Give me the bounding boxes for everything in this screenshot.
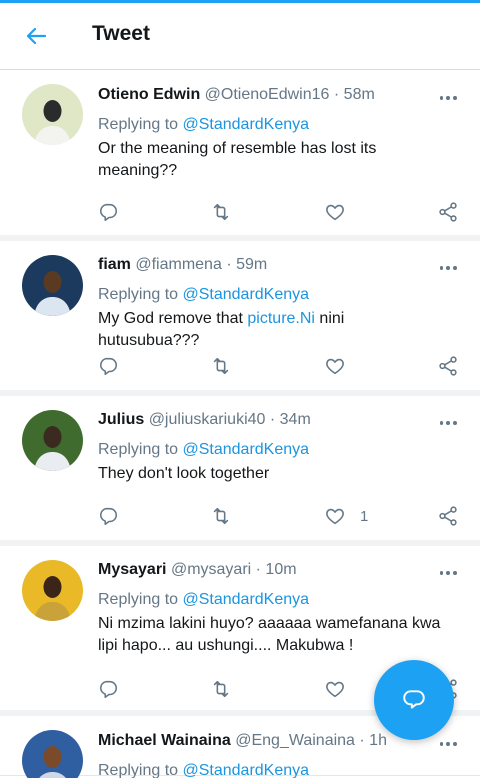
- replying-to: Replying to @StandardKenya: [98, 116, 309, 134]
- replying-to-label: Replying to: [98, 116, 183, 133]
- replying-to-label: Replying to: [98, 591, 183, 608]
- tweet-item[interactable]: fiam @fiammena · 59m Replying to @Standar…: [0, 241, 480, 396]
- compose-reply-icon: [403, 690, 425, 709]
- avatar[interactable]: [22, 730, 83, 778]
- mention-link[interactable]: @StandardKenya: [183, 441, 310, 458]
- compose-reply-button[interactable]: [374, 660, 454, 740]
- retweet-button[interactable]: [210, 354, 232, 378]
- avatar[interactable]: [22, 84, 83, 145]
- tweet-header: fiam @fiammena · 59m: [98, 256, 422, 274]
- tweet-actions: 1: [0, 504, 480, 528]
- tweet-header: Mysayari @mysayari · 10m: [98, 561, 422, 579]
- reply-button[interactable]: [97, 677, 119, 701]
- retweet-icon: [213, 203, 229, 221]
- tweet-text-segment: Ni mzima lakini huyo? aaaaaa wamefanana …: [98, 615, 441, 654]
- avatar[interactable]: [22, 410, 83, 471]
- tweet-header: Michael Wainaina @Eng_Wainaina · 1h: [98, 732, 422, 750]
- tweet-text: My God remove that picture.Ni nini hutus…: [98, 308, 450, 352]
- reply-icon: [99, 507, 118, 526]
- avatar[interactable]: [22, 560, 83, 621]
- more-options-icon[interactable]: [438, 413, 458, 433]
- replying-to: Replying to @StandardKenya: [98, 286, 309, 304]
- tweet-timestamp: · 34m: [269, 411, 311, 428]
- share-button[interactable]: [437, 354, 459, 378]
- user-name[interactable]: Otieno Edwin: [98, 86, 200, 103]
- tweet-link[interactable]: picture.Ni: [247, 310, 315, 327]
- retweet-icon: [213, 357, 229, 375]
- user-handle[interactable]: @juliuskariuki40: [149, 411, 266, 428]
- user-name[interactable]: Michael Wainaina: [98, 732, 231, 749]
- tweet-item[interactable]: Julius @juliuskariuki40 · 34m Replying to…: [0, 396, 480, 546]
- share-icon: [439, 506, 457, 526]
- heart-icon: [326, 508, 344, 525]
- user-handle[interactable]: @OtienoEdwin16: [205, 86, 330, 103]
- mention-link[interactable]: @StandardKenya: [183, 762, 310, 778]
- like-button[interactable]: [324, 354, 346, 378]
- like-button[interactable]: 1: [324, 504, 368, 528]
- tweet-text: They don't look together: [98, 463, 450, 485]
- user-handle[interactable]: @mysayari: [171, 561, 251, 578]
- tweet-timestamp: · 58m: [333, 86, 375, 103]
- tweet-header: Julius @juliuskariuki40 · 34m: [98, 411, 422, 429]
- app-header: Tweet: [0, 3, 480, 70]
- tweet-timestamp: · 10m: [255, 561, 297, 578]
- tweet-item[interactable]: Otieno Edwin @OtienoEdwin16 · 58m Replyin…: [0, 71, 480, 241]
- heart-icon: [326, 358, 344, 375]
- share-button[interactable]: [437, 200, 459, 224]
- share-icon: [439, 356, 457, 376]
- reply-icon: [99, 357, 118, 376]
- reply-button[interactable]: [97, 354, 119, 378]
- mention-link[interactable]: @StandardKenya: [183, 286, 310, 303]
- mention-link[interactable]: @StandardKenya: [183, 116, 310, 133]
- tweet-text-segment: They don't look together: [98, 465, 270, 482]
- more-options-icon[interactable]: [438, 88, 458, 108]
- replying-to: Replying to @StandardKenya: [98, 441, 309, 459]
- like-button[interactable]: [324, 200, 346, 224]
- retweet-icon: [213, 507, 229, 525]
- user-name[interactable]: Julius: [98, 411, 144, 428]
- retweet-button[interactable]: [210, 677, 232, 701]
- replying-to: Replying to @StandardKenya: [98, 591, 309, 609]
- replying-to-label: Replying to: [98, 286, 183, 303]
- reply-icon: [99, 203, 118, 222]
- heart-icon: [326, 681, 344, 698]
- avatar[interactable]: [22, 255, 83, 316]
- tweet-text: Or the meaning of resemble has lost its …: [98, 138, 450, 182]
- tweet-text-segment: My God remove that: [98, 310, 248, 327]
- like-button[interactable]: [324, 677, 346, 701]
- more-options-icon[interactable]: [438, 258, 458, 278]
- reply-button[interactable]: [97, 504, 119, 528]
- heart-icon: [326, 204, 344, 221]
- tweet-text-segment: Or the meaning of resemble has lost its …: [98, 140, 377, 179]
- share-icon: [439, 202, 457, 222]
- tweet-header: Otieno Edwin @OtienoEdwin16 · 58m: [98, 86, 422, 104]
- user-name[interactable]: fiam: [98, 256, 131, 273]
- user-handle[interactable]: @fiammena: [135, 256, 222, 273]
- reply-button[interactable]: [97, 200, 119, 224]
- tweet-timestamp: · 1h: [359, 732, 387, 749]
- tweet-actions: [0, 200, 480, 224]
- more-options-icon[interactable]: [438, 734, 458, 754]
- tweet-actions: [0, 354, 480, 378]
- share-button[interactable]: [437, 504, 459, 528]
- retweet-button[interactable]: [210, 200, 232, 224]
- user-handle[interactable]: @Eng_Wainaina: [235, 732, 355, 749]
- arrow-left-icon: [26, 27, 47, 45]
- more-options-icon[interactable]: [438, 563, 458, 583]
- replying-to-label: Replying to: [98, 441, 183, 458]
- reply-icon: [99, 680, 118, 699]
- replying-to-label: Replying to: [98, 762, 183, 778]
- like-count: 1: [360, 507, 369, 525]
- tweet-timestamp: · 59m: [226, 256, 268, 273]
- user-name[interactable]: Mysayari: [98, 561, 167, 578]
- tweet-text: Ni mzima lakini huyo? aaaaaa wamefanana …: [98, 613, 450, 657]
- mention-link[interactable]: @StandardKenya: [183, 591, 310, 608]
- page-title: Tweet: [92, 22, 150, 45]
- retweet-button[interactable]: [210, 504, 232, 528]
- retweet-icon: [213, 680, 229, 698]
- back-button[interactable]: [22, 23, 50, 49]
- replying-to: Replying to @StandardKenya: [98, 762, 309, 778]
